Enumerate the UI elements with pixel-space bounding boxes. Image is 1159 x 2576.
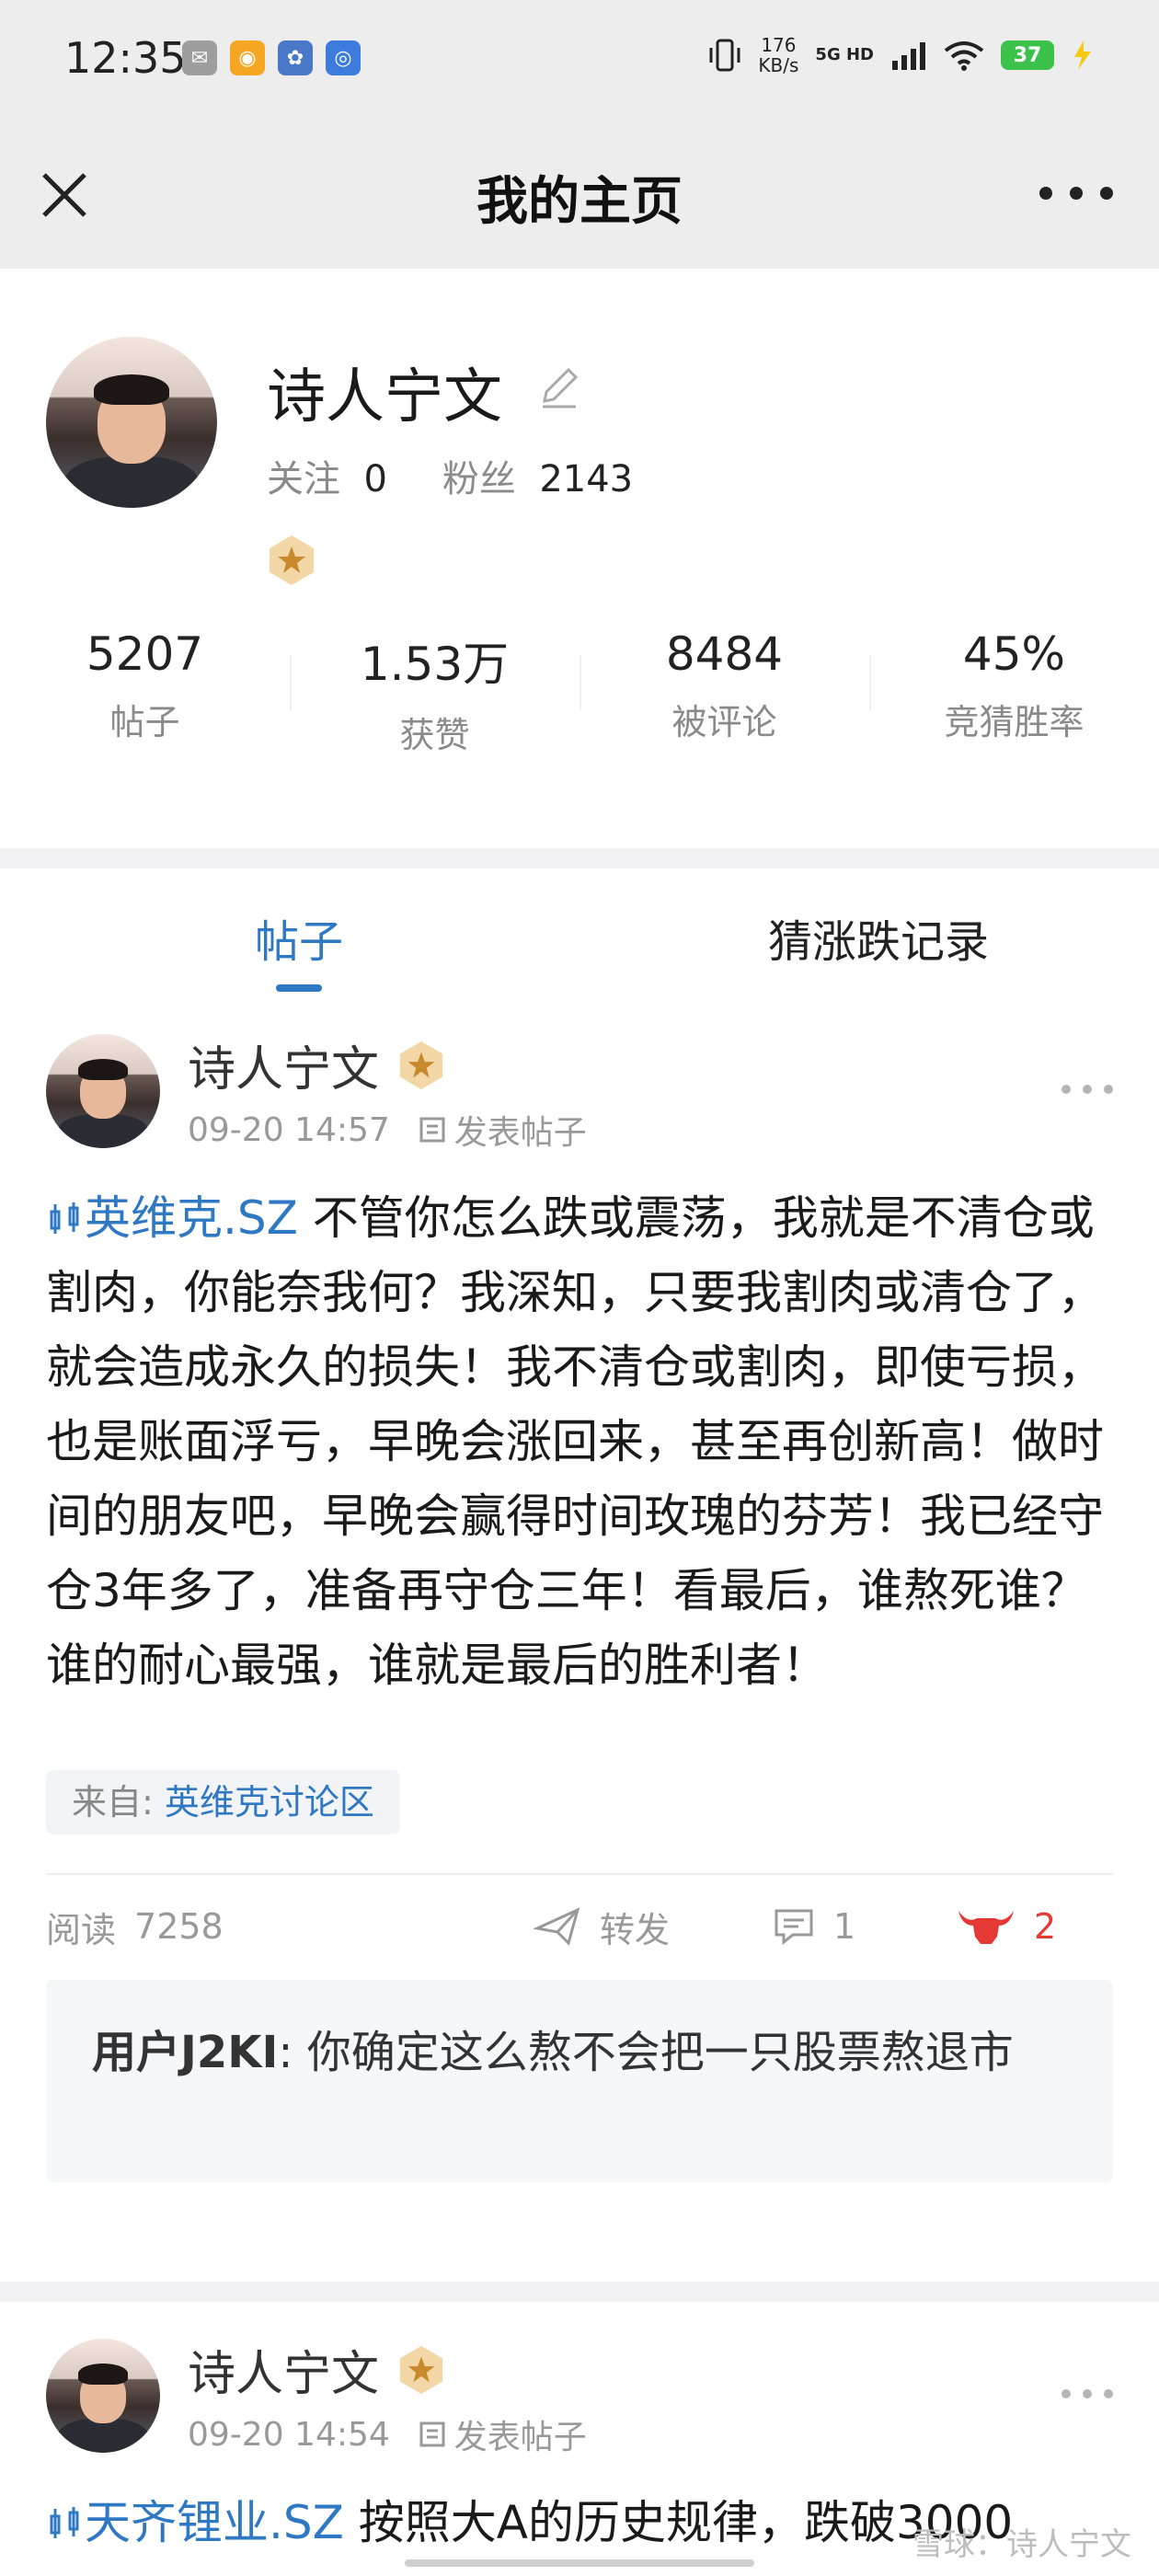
post-author[interactable]: 诗人宁文 <box>188 2335 379 2404</box>
tab-bar: 帖子 猜涨跌记录 <box>0 868 1159 997</box>
fans-link[interactable]: 粉丝 2143 <box>442 449 633 502</box>
comment-author[interactable]: 用户J2KI <box>92 2027 278 2078</box>
status-app-icons: ✉ ◉ ✿ ◎ <box>182 40 361 75</box>
post-more-icon[interactable] <box>1061 2385 1113 2403</box>
avatar[interactable] <box>46 337 217 508</box>
document-icon <box>419 1117 445 1143</box>
badge-icon <box>399 1041 443 1090</box>
battery-indicator: 37 <box>1001 40 1054 70</box>
wechat-icon: ✉ <box>182 40 217 75</box>
document-icon <box>419 2421 445 2447</box>
post-body[interactable]: 英维克.SZ 不管你怎么跌或震荡，我就是不清仓或割肉，你能奈我何？我深知，只要我… <box>46 1181 1113 1703</box>
qq-icon: ◎ <box>326 40 361 75</box>
stock-chart-icon <box>50 2507 79 2538</box>
follow-stats: 关注 0 粉丝 2143 <box>267 449 633 502</box>
stock-chart-icon <box>50 1202 79 1234</box>
share-icon <box>534 1907 580 1946</box>
stat-posts[interactable]: 5207 帖子 <box>0 627 290 757</box>
signal-icon <box>892 42 925 70</box>
post-actions: 阅读 7258 转发 1 2 <box>46 1899 1113 1954</box>
post-meta: 09-20 14:54 发表帖子 <box>188 2410 587 2458</box>
section-divider <box>0 848 1159 868</box>
post-more-icon[interactable] <box>1061 1080 1113 1098</box>
tab-posts[interactable]: 帖子 <box>0 868 598 997</box>
status-bar: 12:35 ✉ ◉ ✿ ◎ 176 KB/s 5G HD 37 <box>0 0 1159 120</box>
like-button[interactable]: 2 <box>957 1899 1056 1954</box>
app-icon: ✿ <box>278 40 313 75</box>
profile-name: 诗人宁文 <box>267 363 502 431</box>
comment-icon <box>775 1909 813 1946</box>
post-separator <box>46 1873 1113 1875</box>
badge-icon <box>399 2345 443 2395</box>
post-card: 诗人宁文 09-20 14:57 发表帖子 英维克.SZ 不管你怎么跌或震荡，我… <box>0 1034 1159 2282</box>
post-time: 09-20 14:57 <box>188 1110 390 1149</box>
network-type: 5G HD <box>815 45 874 64</box>
profile-section: 诗人宁文 关注 0 粉丝 2143 5207 帖子 1.53万 获赞 8484 … <box>0 269 1159 848</box>
source-tag[interactable]: 来自: 英维克讨论区 <box>46 1770 400 1834</box>
wifi-icon <box>944 41 984 71</box>
network-speed: 176 KB/s <box>758 34 799 76</box>
status-time: 12:35 <box>64 33 187 83</box>
post-avatar[interactable] <box>46 1034 160 1148</box>
stock-link[interactable]: 英维克.SZ <box>46 1191 298 1245</box>
comment-button[interactable]: 1 <box>773 1899 855 1954</box>
bull-icon <box>958 1911 1014 1944</box>
watermark: 雪球：诗人宁文 <box>912 2526 1131 2563</box>
stat-comments[interactable]: 8484 被评论 <box>580 627 869 757</box>
post-author[interactable]: 诗人宁文 <box>188 1030 379 1099</box>
weibo-icon: ◉ <box>230 40 265 75</box>
vibrate-icon <box>709 39 740 72</box>
follow-link[interactable]: 关注 0 <box>267 449 387 502</box>
home-indicator[interactable] <box>405 2559 754 2567</box>
status-right: 176 KB/s 5G HD 37 <box>708 35 1095 75</box>
top-comment[interactable]: 用户J2KI: 你确定这么熬不会把一只股票熬退市 <box>46 1980 1113 2182</box>
more-options-icon[interactable] <box>1039 175 1113 212</box>
page-title: 我的主页 <box>476 172 683 232</box>
share-button[interactable]: 转发 <box>534 1899 670 1954</box>
post-type: 发表帖子 <box>418 2410 587 2458</box>
section-divider <box>0 2282 1159 2302</box>
stock-link[interactable]: 天齐锂业.SZ <box>46 2496 344 2549</box>
post-type: 发表帖子 <box>418 1106 587 1154</box>
stat-likes[interactable]: 1.53万 获赞 <box>290 627 580 757</box>
badge-icon[interactable] <box>265 534 318 587</box>
post-meta: 09-20 14:57 发表帖子 <box>188 1106 587 1154</box>
post-time: 09-20 14:54 <box>188 2415 390 2454</box>
tab-guess-records[interactable]: 猜涨跌记录 <box>598 868 1159 997</box>
edit-icon[interactable] <box>534 361 585 412</box>
stat-win-rate[interactable]: 45% 竞猜胜率 <box>869 627 1159 757</box>
post-avatar[interactable] <box>46 2339 160 2453</box>
page-header: 我的主页 <box>0 120 1159 269</box>
charging-icon <box>1074 40 1091 70</box>
profile-stats: 5207 帖子 1.53万 获赞 8484 被评论 45% 竞猜胜率 <box>0 627 1159 757</box>
comment-text: 你确定这么熬不会把一只股票熬退市 <box>306 2027 1014 2078</box>
read-count: 阅读 7258 <box>46 1906 224 1950</box>
